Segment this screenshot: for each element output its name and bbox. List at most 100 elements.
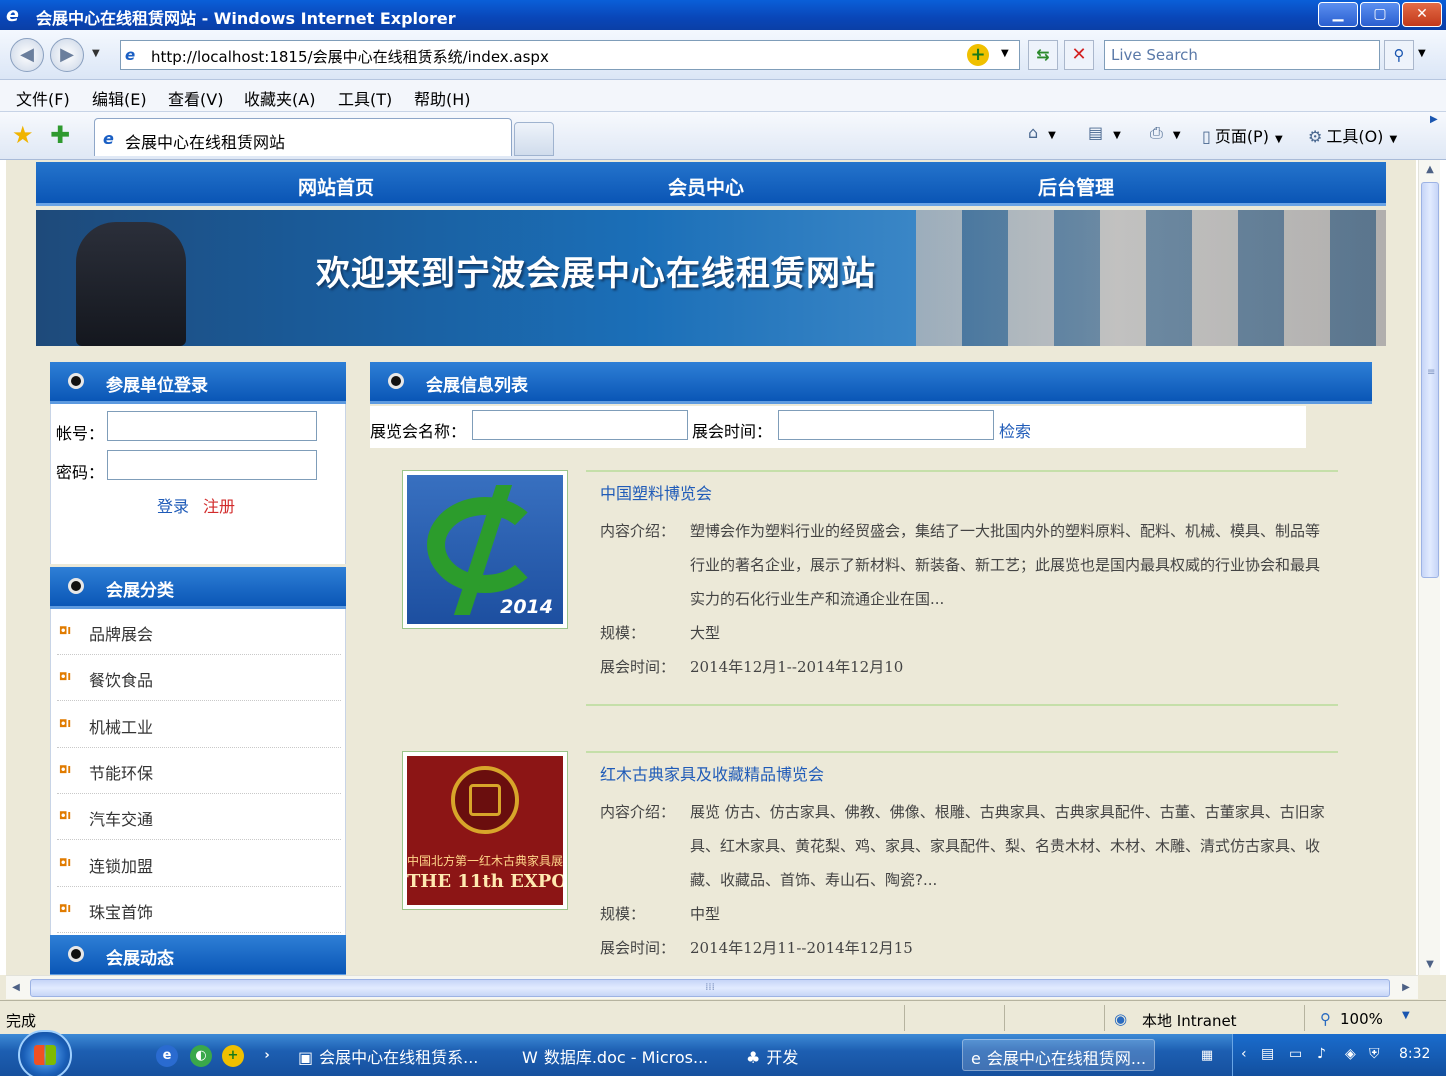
ie-taskbar-icon: e — [971, 1049, 981, 1068]
maximize-button[interactable]: ▢ — [1360, 2, 1400, 27]
nav-home[interactable]: 网站首页 — [298, 173, 374, 200]
forward-arrow-icon: ▶ — [60, 44, 74, 65]
expo-search-form: 展览会名称： 展会时间： 检索 — [370, 406, 1306, 448]
address-dropdown-icon[interactable]: ▼ — [1001, 48, 1009, 59]
forward-button[interactable]: ▶ — [50, 38, 84, 72]
back-button[interactable]: ◀ — [10, 38, 44, 72]
category-label[interactable]: 餐饮食品 — [89, 667, 153, 691]
scrollbar-corner — [1418, 975, 1446, 999]
vertical-scroll-thumb[interactable]: ≡ — [1421, 182, 1439, 578]
category-item[interactable]: ◘Ι 机械工业 — [57, 702, 341, 748]
menu-tools[interactable]: 工具(T) — [338, 86, 392, 110]
login-panel-header: 参展单位登录 — [50, 362, 346, 404]
expo-thumbnail[interactable]: 中国北方第一红木古典家具展 THE 11th EXPO — [402, 751, 568, 910]
add-quicklaunch-icon[interactable]: + — [222, 1045, 244, 1067]
category-bullet-icon: ◘Ι — [59, 765, 72, 776]
tab-current[interactable]: e 会展中心在线租赁网站 — [94, 118, 512, 156]
register-link[interactable]: 注册 — [203, 493, 235, 517]
account-input[interactable] — [107, 411, 317, 441]
scroll-up-icon[interactable]: ▲ — [1419, 160, 1441, 180]
taskbar-button[interactable]: W 数据库.doc - Micros... — [514, 1039, 716, 1071]
minimize-button[interactable]: ▁ — [1318, 2, 1358, 27]
expo-name-link[interactable]: 红木古典家具及收藏精品博览会 — [600, 761, 824, 785]
print-button[interactable]: ⎙ ▼ — [1150, 123, 1181, 143]
stop-icon: ✕ — [1071, 44, 1087, 65]
feeds-dropdown-icon: ▼ — [1113, 130, 1121, 141]
address-input[interactable]: e http://localhost:1815/会展中心在线租赁系统/index… — [120, 40, 1020, 70]
address-url[interactable]: http://localhost:1815/会展中心在线租赁系统/index.a… — [151, 46, 549, 67]
tools-menu-button[interactable]: ⚙ 工具(O) ▼ — [1308, 123, 1397, 147]
category-item[interactable]: ◘Ι 珠宝首饰 — [57, 887, 341, 933]
horizontal-scroll-thumb[interactable]: ⁞⁞⁞ — [30, 979, 1390, 997]
password-input[interactable] — [107, 450, 317, 480]
shield-icon[interactable]: ⛨ — [1369, 1046, 1380, 1062]
network-icon[interactable]: ▤ — [1261, 1046, 1274, 1062]
keyboard-icon[interactable]: ▦ — [1196, 1045, 1218, 1067]
horizontal-scrollbar[interactable]: ◀ ⁞⁞⁞ ▶ — [6, 975, 1418, 999]
history-dropdown-icon[interactable]: ▼ — [92, 48, 100, 59]
clock[interactable]: 8:32 — [1399, 1046, 1430, 1062]
vertical-scrollbar[interactable]: ▲ ≡ ▼ — [1418, 160, 1440, 975]
live-search-input[interactable]: Live Search — [1104, 40, 1380, 70]
security-zone[interactable]: 本地 Intranet — [1142, 1010, 1237, 1031]
add-favorite-icon[interactable]: ✚ — [50, 121, 70, 149]
display-icon[interactable]: ▭ — [1289, 1046, 1302, 1062]
menu-edit[interactable]: 编辑(E) — [92, 86, 147, 110]
quicklaunch-chevron-icon[interactable]: › — [256, 1045, 278, 1067]
close-button[interactable]: ✕ — [1402, 2, 1442, 27]
taskbar-button-active[interactable]: e 会展中心在线租赁网... — [962, 1039, 1156, 1071]
category-label[interactable]: 珠宝首饰 — [89, 899, 153, 923]
stop-button[interactable]: ✕ — [1064, 40, 1094, 70]
category-item[interactable]: ◘Ι 汽车交通 — [57, 794, 341, 840]
expo-thumbnail[interactable]: 2014 — [402, 470, 568, 629]
category-label[interactable]: 机械工业 — [89, 714, 153, 738]
tab-bar: ★ ✚ e 会展中心在线租赁网站 ⌂ ▼ ▤ ▼ ⎙ ▼ ▯ 页面(P) ▼ ⚙ 工具(O)… — [0, 112, 1446, 160]
new-tab-button[interactable] — [514, 122, 554, 156]
expo-name-link[interactable]: 中国塑料博览会 — [600, 480, 712, 504]
category-item[interactable]: ◘Ι 节能环保 — [57, 748, 341, 794]
category-label[interactable]: 节能环保 — [89, 760, 153, 784]
category-label[interactable]: 品牌展会 — [89, 621, 153, 645]
expo-search-button[interactable]: 检索 — [999, 418, 1031, 442]
taskbar-button[interactable]: ♣ 开发 — [738, 1039, 806, 1071]
category-item[interactable]: ◘Ι 连锁加盟 — [57, 841, 341, 887]
expo-name-input[interactable] — [472, 410, 688, 440]
menu-favorites[interactable]: 收藏夹(A) — [244, 86, 315, 110]
expo-time-input[interactable] — [778, 410, 994, 440]
volume-icon[interactable]: ♪ — [1317, 1046, 1326, 1062]
zoom-level[interactable]: 100% — [1340, 1010, 1383, 1028]
login-link[interactable]: 登录 — [157, 493, 189, 517]
search-button[interactable]: ⚲ — [1384, 40, 1414, 70]
nav-member-center[interactable]: 会员中心 — [668, 173, 744, 200]
scroll-down-icon[interactable]: ▼ — [1419, 955, 1441, 975]
go-icon[interactable]: + — [967, 44, 989, 66]
status-divider — [1104, 1005, 1105, 1031]
tray-expand-icon[interactable]: ‹ — [1241, 1046, 1247, 1062]
category-label[interactable]: 汽车交通 — [89, 806, 153, 830]
status-text: 完成 — [6, 1012, 37, 1030]
home-button[interactable]: ⌂ ▼ — [1028, 123, 1056, 142]
scroll-right-icon[interactable]: ▶ — [1396, 976, 1416, 1000]
menu-help[interactable]: 帮助(H) — [414, 86, 471, 110]
category-label[interactable]: 连锁加盟 — [89, 853, 153, 877]
tray-app-icon[interactable]: ◈ — [1345, 1046, 1356, 1062]
expo-intro: 展览 仿古、仿古家具、佛教、佛像、根雕、古典家具、古典家具配件、古董、古董家具、… — [690, 803, 1325, 889]
menu-file[interactable]: 文件(F) — [16, 86, 70, 110]
nav-admin[interactable]: 后台管理 — [1038, 173, 1114, 200]
favorites-star-icon[interactable]: ★ — [12, 121, 34, 149]
ie-quicklaunch-icon[interactable]: e — [156, 1045, 178, 1067]
refresh-button[interactable]: ⇆ — [1028, 40, 1058, 70]
search-dropdown-icon[interactable]: ▼ — [1418, 48, 1426, 59]
feeds-button[interactable]: ▤ ▼ — [1088, 123, 1121, 142]
taskbar-button[interactable]: ▣ 会展中心在线租赁系... — [290, 1039, 486, 1071]
chevron-right-icon[interactable]: ▶ — [1430, 114, 1438, 125]
page-menu-button[interactable]: ▯ 页面(P) ▼ — [1202, 123, 1283, 147]
scroll-left-icon[interactable]: ◀ — [6, 976, 26, 1000]
category-item[interactable]: ◘Ι 品牌展会 — [57, 609, 341, 655]
category-item[interactable]: ◘Ι 餐饮食品 — [57, 655, 341, 701]
media-quicklaunch-icon[interactable]: ◐ — [190, 1045, 212, 1067]
window-icon: ▣ — [298, 1048, 314, 1067]
zoom-dropdown-icon[interactable]: ▼ — [1402, 1010, 1410, 1021]
menu-view[interactable]: 查看(V) — [168, 86, 223, 110]
start-button[interactable] — [18, 1030, 72, 1076]
